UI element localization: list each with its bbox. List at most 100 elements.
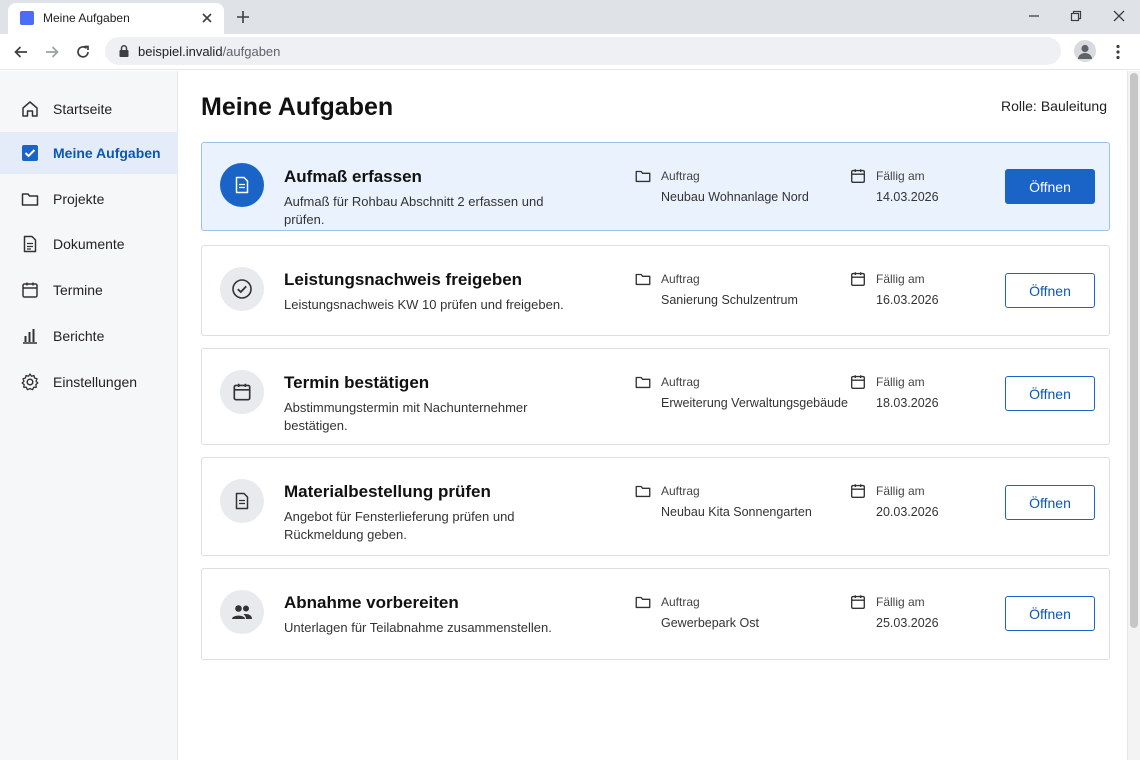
url-path: /aufgaben (222, 44, 281, 59)
order-label: Auftrag (661, 595, 700, 609)
sidebar-item-label: Berichte (53, 328, 105, 344)
task-description: Unterlagen für Teilabnahme zusammenstell… (284, 620, 552, 635)
browser-tab[interactable]: Meine Aufgaben (8, 3, 224, 34)
calendar-icon (849, 167, 867, 185)
task-description: Leistungsnachweis KW 10 prüfen und freig… (284, 297, 564, 312)
order-label: Auftrag (661, 484, 700, 498)
sidebar-item-einstellungen[interactable]: Einstellungen (0, 361, 178, 403)
calendar-icon (849, 270, 867, 288)
due-label: Fällig am (876, 169, 925, 183)
sidebar-item-label: Meine Aufgaben (53, 145, 161, 161)
sidebar-item-meine-aufgaben[interactable]: Meine Aufgaben (0, 132, 178, 174)
sidebar-item-label: Einstellungen (53, 374, 138, 390)
due-label: Fällig am (876, 484, 925, 498)
order-value: Neubau Kita Sonnengarten (661, 505, 812, 519)
role-label: Rolle: (1001, 98, 1037, 114)
open-button[interactable]: Öffnen (1005, 596, 1095, 631)
profile-avatar-icon[interactable] (1074, 40, 1096, 62)
order-value: Sanierung Schulzentrum (661, 293, 798, 307)
back-arrow-icon[interactable] (10, 41, 32, 63)
reload-icon[interactable] (72, 41, 94, 63)
open-button[interactable]: Öffnen (1005, 273, 1095, 308)
calendar-icon (849, 593, 867, 611)
checkbox-icon (20, 143, 40, 163)
folder-icon (634, 270, 652, 288)
check-circle-icon (220, 267, 264, 311)
close-window-icon[interactable] (1108, 6, 1130, 26)
folder-icon (634, 373, 652, 391)
close-tab-icon[interactable] (198, 9, 216, 27)
due-date: 20.03.2026 (876, 505, 939, 519)
task-title: Abnahme vorbereiten (284, 593, 459, 612)
sidebar-item-startseite[interactable]: Startseite (0, 88, 178, 130)
folder-icon (634, 593, 652, 611)
sidebar-item-projekte[interactable]: Projekte (0, 178, 178, 220)
task-title: Aufmaß erfassen (284, 167, 422, 186)
task-card[interactable]: Materialbestellung prüfen Angebot für Fe… (201, 457, 1110, 556)
open-button[interactable]: Öffnen (1005, 485, 1095, 520)
minimize-icon[interactable] (1023, 6, 1045, 26)
browser-menu-icon[interactable] (1108, 41, 1128, 63)
task-card[interactable]: Aufmaß erfassen Aufmaß für Rohbau Abschn… (201, 142, 1110, 231)
order-value: Erweiterung Verwaltungsgebäude (661, 396, 848, 410)
role-indicator: Rolle: Bauleitung (1001, 98, 1107, 114)
sidebar-item-berichte[interactable]: Berichte (0, 315, 178, 357)
folder-icon (634, 482, 652, 500)
forward-arrow-icon[interactable] (41, 41, 63, 63)
order-value: Neubau Wohnanlage Nord (661, 190, 809, 204)
page-title: Meine Aufgaben (201, 93, 394, 121)
favicon-icon (20, 11, 34, 25)
open-button[interactable]: Öffnen (1005, 376, 1095, 411)
new-tab-icon[interactable] (233, 7, 253, 27)
task-title: Leistungsnachweis freigeben (284, 270, 523, 289)
order-label: Auftrag (661, 272, 700, 286)
url-host: beispiel.invalid (138, 44, 223, 59)
url-text: beispiel.invalid/aufgaben (138, 44, 280, 59)
address-bar[interactable]: beispiel.invalid/aufgaben (105, 37, 1061, 65)
people-icon (220, 590, 264, 634)
task-card[interactable]: Leistungsnachweis freigeben Leistungsnac… (201, 245, 1110, 336)
sidebar: Startseite Meine Aufgaben Projekte Dokum… (0, 71, 178, 760)
calendar-icon (849, 373, 867, 391)
due-label: Fällig am (876, 272, 925, 286)
scrollbar[interactable] (1127, 71, 1140, 760)
task-title: Materialbestellung prüfen (284, 482, 491, 501)
role-value: Bauleitung (1040, 98, 1107, 114)
sidebar-item-label: Projekte (53, 191, 105, 207)
browser-titlebar: Meine Aufgaben (0, 0, 1140, 34)
lock-icon (117, 44, 131, 58)
due-label: Fällig am (876, 595, 925, 609)
bar-chart-icon (20, 326, 40, 346)
due-date: 18.03.2026 (876, 396, 939, 410)
sidebar-item-label: Dokumente (53, 236, 125, 252)
sidebar-item-termine[interactable]: Termine (0, 269, 178, 311)
gear-icon (20, 372, 40, 392)
open-button[interactable]: Öffnen (1005, 169, 1095, 204)
scrollbar-thumb[interactable] (1130, 73, 1138, 628)
order-label: Auftrag (661, 169, 700, 183)
task-card[interactable]: Abnahme vorbereiten Unterlagen für Teila… (201, 568, 1110, 660)
folder-icon (634, 167, 652, 185)
order-value: Gewerbepark Ost (661, 616, 759, 630)
task-description: Angebot für Fensterlieferung prüfen und … (284, 509, 515, 542)
document-icon (220, 163, 264, 207)
task-description: Aufmaß für Rohbau Abschnitt 2 erfassen u… (284, 194, 544, 227)
order-label: Auftrag (661, 375, 700, 389)
document-icon (20, 234, 40, 254)
restore-icon[interactable] (1065, 6, 1087, 26)
sidebar-item-label: Startseite (53, 101, 113, 117)
due-date: 16.03.2026 (876, 293, 939, 307)
sidebar-item-label: Termine (53, 282, 103, 298)
folder-icon (20, 189, 40, 209)
calendar-icon (20, 280, 40, 300)
document-icon (220, 479, 264, 523)
sidebar-item-dokumente[interactable]: Dokumente (0, 223, 178, 265)
browser-toolbar: beispiel.invalid/aufgaben (0, 34, 1140, 70)
tab-title: Meine Aufgaben (43, 11, 130, 25)
task-card[interactable]: Termin bestätigen Abstimmungstermin mit … (201, 348, 1110, 445)
due-date: 25.03.2026 (876, 616, 939, 630)
calendar-icon (220, 370, 264, 414)
calendar-icon (849, 482, 867, 500)
task-title: Termin bestätigen (284, 373, 430, 392)
task-description: Abstimmungstermin mit Nachunternehmer be… (284, 400, 528, 433)
